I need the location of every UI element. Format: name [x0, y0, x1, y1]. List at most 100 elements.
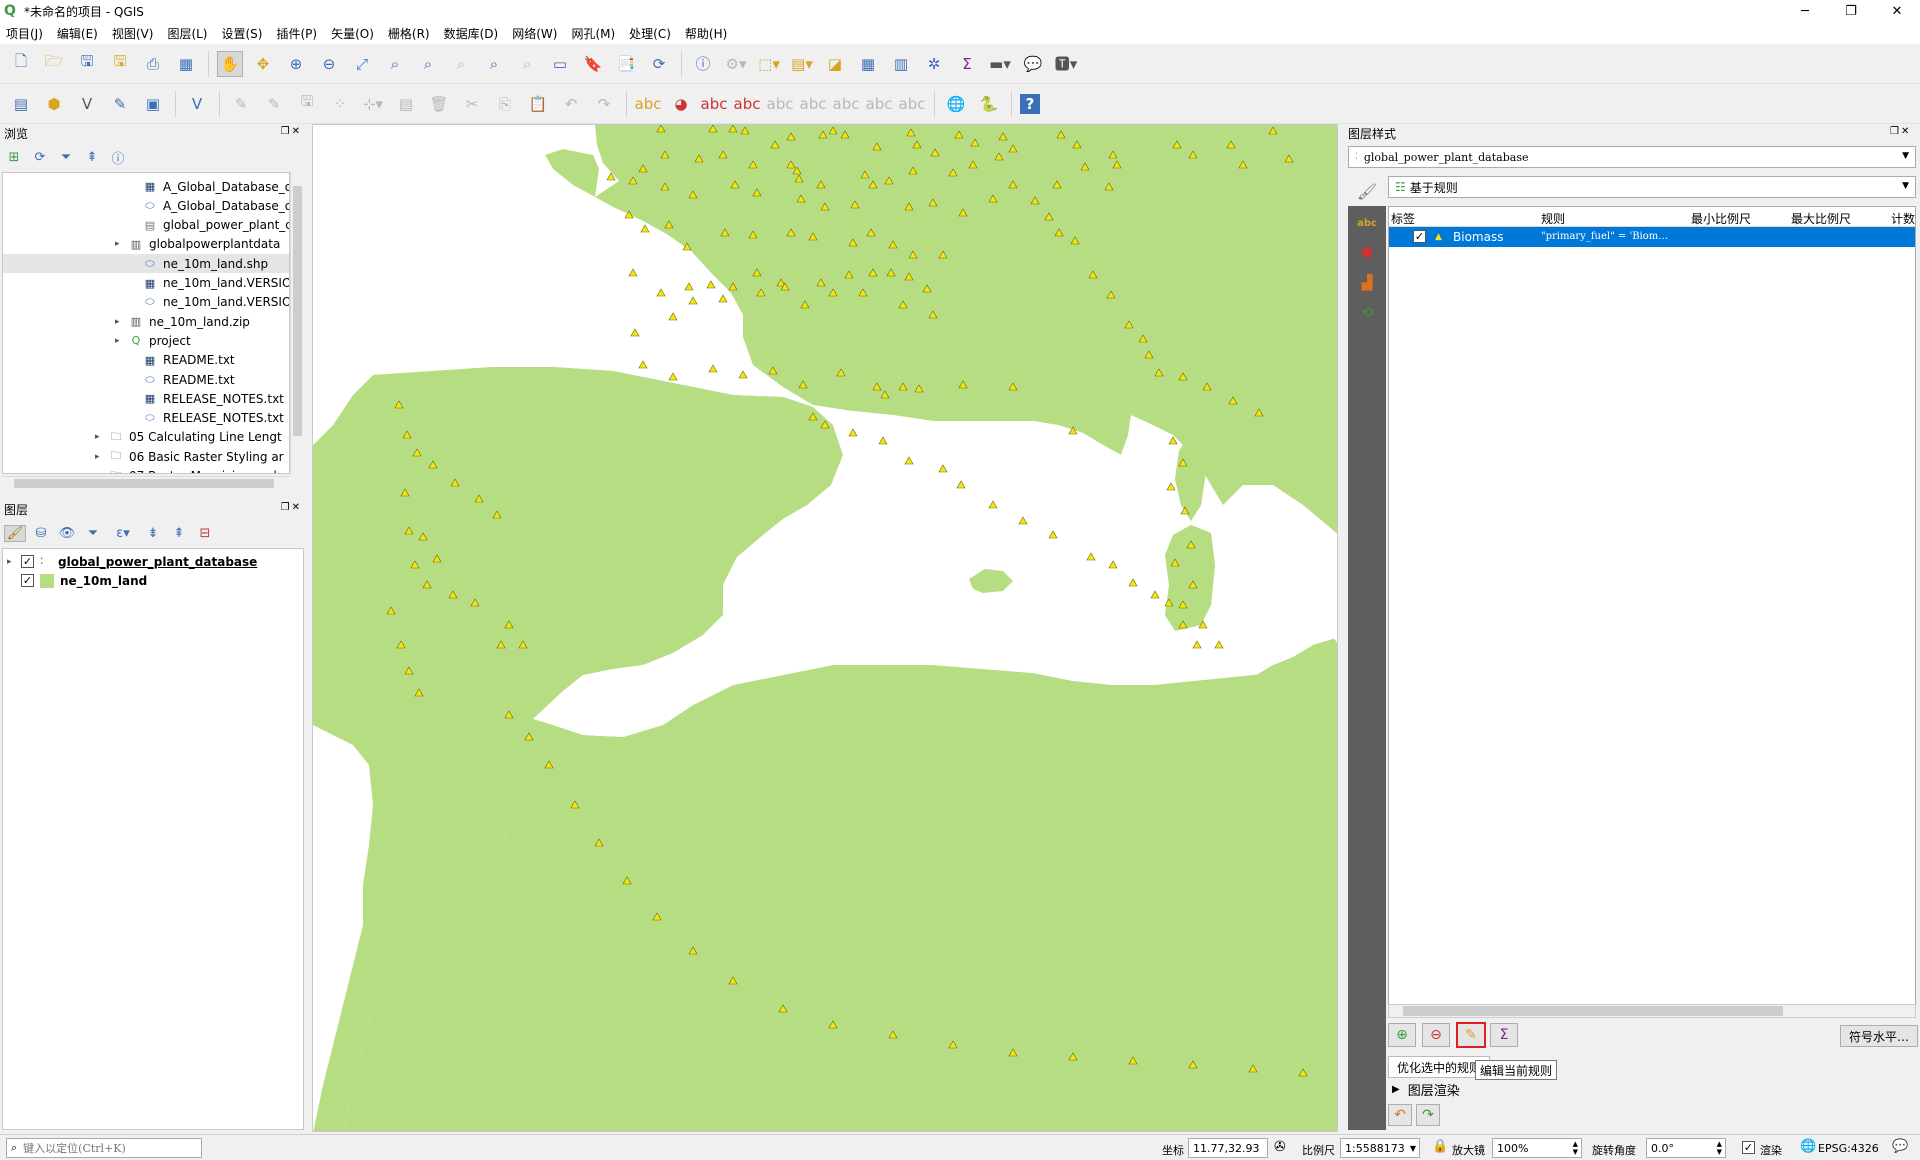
menu-project[interactable]: 项目(J) — [6, 25, 43, 42]
identify-icon[interactable]: ⓘ — [690, 51, 716, 77]
new-geopackage-icon[interactable]: ⬢ — [41, 91, 67, 117]
add-feature-icon[interactable]: ⁘ — [327, 91, 353, 117]
column-rule[interactable]: 规则 — [1541, 210, 1565, 227]
browser-item[interactable]: ⬭ README.txt — [3, 370, 234, 389]
scrollbar-thumb[interactable] — [293, 186, 302, 436]
new-shapefile-icon[interactable]: V — [74, 91, 100, 117]
undo-icon[interactable]: ↶ — [558, 91, 584, 117]
label-properties-icon[interactable]: abc — [899, 91, 926, 117]
new-temporary-layer-icon[interactable]: ✎ — [107, 91, 133, 117]
magnifier-spinbox[interactable]: 100% ▲ ▼ — [1492, 1138, 1582, 1158]
symbology-tab-icon[interactable]: 🖌 — [1348, 176, 1386, 206]
text-annotation-icon[interactable]: 🆃▾ — [1053, 51, 1079, 77]
attribute-table-icon[interactable]: ▦ — [855, 51, 881, 77]
new-map-view-icon[interactable]: ▭ — [547, 51, 573, 77]
column-max-scale[interactable]: 最大比例尺 — [1791, 210, 1851, 227]
rule-row-biomass[interactable]: ✓ ▲ Biomass "primary_fuel" = 'Biom… — [1389, 227, 1915, 247]
browser-item[interactable]: ▤ global_power_plant_d — [3, 216, 289, 235]
remove-rule-button[interactable]: ⊖ — [1422, 1023, 1450, 1047]
labels-tab-icon[interactable]: abc — [1356, 212, 1378, 234]
layers-tree[interactable]: ▸ ✓ ⁚ global_power_plant_database ✓ ne_1… — [2, 548, 304, 1130]
diagram-icon[interactable]: ◕ — [668, 91, 694, 117]
coordinate-field[interactable]: 11.77,32.93 — [1188, 1138, 1268, 1158]
show-bookmarks-icon[interactable]: 📑 — [613, 51, 639, 77]
layer-item-ne-10m-land[interactable]: ✓ ne_10m_land — [21, 571, 147, 590]
new-bookmark-icon[interactable]: 🔖 — [580, 51, 606, 77]
menu-mesh[interactable]: 网孔(M) — [571, 25, 615, 42]
rotate-label-icon[interactable]: abc — [800, 91, 827, 117]
restore-button[interactable]: ❐ — [1828, 0, 1874, 22]
panel-float-close-icons[interactable]: ❐✕ — [281, 502, 302, 513]
spin-arrows-icon[interactable]: ▲ ▼ — [1573, 1140, 1578, 1156]
panel-float-close-icons[interactable]: ❐✕ — [1890, 126, 1911, 137]
filter-legend-icon[interactable]: ⏷ — [82, 526, 104, 541]
style-manager-icon[interactable]: 🖌 — [4, 524, 26, 542]
column-label[interactable]: 标签 — [1391, 210, 1415, 227]
delete-selected-icon[interactable]: 🗑 — [426, 91, 452, 117]
spin-arrows-icon[interactable]: ▲ ▼ — [1717, 1140, 1722, 1156]
add-group-icon[interactable]: ⛁ — [30, 526, 52, 541]
pin-labels-icon[interactable]: abc — [701, 91, 728, 117]
zoom-full-icon[interactable]: ⤢ — [349, 51, 375, 77]
scrollbar-thumb[interactable] — [14, 479, 274, 488]
expand-arrow-icon[interactable]: ▸ — [7, 557, 17, 567]
browser-item[interactable]: ▦ README.txt — [3, 351, 235, 370]
expand-all-icon[interactable]: ⇟ — [142, 526, 164, 541]
zoom-out-icon[interactable]: ⊖ — [316, 51, 342, 77]
vertex-tool-icon[interactable]: ⊹▾ — [360, 91, 386, 117]
save-as-icon[interactable]: 🖫 — [107, 51, 133, 77]
paste-features-icon[interactable]: 📋 — [525, 91, 551, 117]
zoom-last-icon[interactable]: ⌕ — [481, 51, 507, 77]
pan-to-selection-icon[interactable]: ✥ — [250, 51, 276, 77]
layer-select-combo[interactable]: ⁚ global_power_plant_database ▼ — [1348, 146, 1916, 168]
zoom-in-icon[interactable]: ⊕ — [283, 51, 309, 77]
browser-item[interactable]: ▸ 🗀 07 Raster Mosaicing and — [3, 467, 277, 474]
browser-item[interactable]: ▦ ne_10m_land.VERSION — [3, 274, 289, 293]
zoom-next-icon[interactable]: ⌕ — [514, 51, 540, 77]
browser-item[interactable]: ▸ 🗀 05 Calculating Line Lengt — [3, 428, 282, 447]
layout-manager-icon[interactable]: ▦ — [173, 51, 199, 77]
zoom-layer-icon[interactable]: ⌕ — [415, 51, 441, 77]
new-project-icon[interactable]: 🗋 — [8, 51, 34, 77]
statistics-icon[interactable]: Σ — [954, 51, 980, 77]
new-virtual-layer-icon[interactable]: ▣ — [140, 91, 166, 117]
map-render[interactable] — [313, 125, 1338, 1132]
expand-arrow-icon[interactable]: ▸ — [115, 336, 125, 346]
remove-layer-icon[interactable]: ⊟ — [194, 526, 216, 541]
filter-expression-icon[interactable]: ε▾ — [108, 526, 138, 541]
close-button[interactable]: ✕ — [1874, 0, 1920, 22]
label-icon[interactable]: abc — [635, 91, 662, 117]
print-layout-icon[interactable]: ⎙ — [140, 51, 166, 77]
change-label-icon[interactable]: abc — [833, 91, 860, 117]
column-min-scale[interactable]: 最小比例尺 — [1691, 210, 1751, 227]
browser-tree[interactable]: ▦ A_Global_Database_o ⬭ A_Global_Database_o… — [2, 172, 290, 474]
manage-visibility-icon[interactable]: 👁 — [56, 526, 78, 541]
refresh-icon[interactable]: ⟳ — [646, 51, 672, 77]
python-console-icon[interactable]: 🐍 — [976, 91, 1002, 117]
properties-icon[interactable]: ⓘ — [108, 148, 128, 167]
data-source-manager-icon[interactable]: ▤ — [8, 91, 34, 117]
expand-arrow-icon[interactable]: ▸ — [95, 432, 105, 442]
filter-icon[interactable]: ⏷ — [56, 150, 76, 165]
layer-visibility-checkbox[interactable]: ✓ — [21, 574, 34, 587]
expand-arrow-icon[interactable]: ▸ — [115, 239, 125, 249]
browser-item[interactable]: ▦ RELEASE_NOTES.txt — [3, 389, 284, 408]
browser-vertical-scrollbar[interactable] — [290, 172, 304, 474]
cut-features-icon[interactable]: ✂ — [459, 91, 485, 117]
layer-item-global-power-plant[interactable]: ▸ ✓ ⁚ global_power_plant_database — [7, 552, 257, 571]
save-project-icon[interactable]: 🖫 — [74, 51, 100, 77]
lock-scale-icon[interactable]: 🔒 — [1432, 1139, 1448, 1154]
menu-vector[interactable]: 矢量(O) — [331, 25, 374, 42]
edit-rule-button[interactable]: ✎ — [1456, 1022, 1486, 1048]
map-canvas[interactable] — [312, 124, 1338, 1132]
browser-item[interactable]: ▸ ▥ globalpowerplantdata — [3, 235, 280, 254]
add-selected-icon[interactable]: ⊞ — [4, 150, 24, 165]
show-hide-labels-icon[interactable]: abc — [866, 91, 893, 117]
collapse-all-icon[interactable]: ⇞ — [82, 150, 102, 165]
rules-horizontal-scrollbar[interactable] — [1388, 1004, 1916, 1018]
select-by-value-icon[interactable]: ▤▾ — [789, 51, 815, 77]
zoom-native-icon[interactable]: ⌕ — [448, 51, 474, 77]
current-edits-icon[interactable]: ✎ — [261, 91, 287, 117]
browser-item[interactable]: ▦ A_Global_Database_o — [3, 177, 289, 196]
menu-raster[interactable]: 栅格(R) — [388, 25, 430, 42]
